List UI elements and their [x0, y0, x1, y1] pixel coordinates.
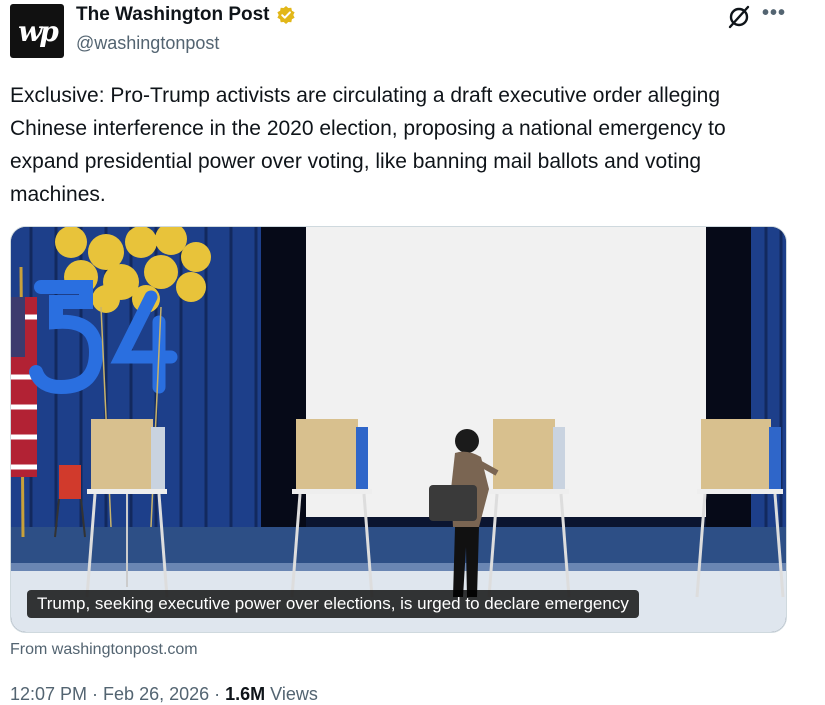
author-avatar[interactable]: wp: [10, 4, 64, 58]
meta-separator: ·: [87, 684, 104, 704]
tweet-time[interactable]: 12:07 PM: [10, 684, 87, 704]
author-display-name[interactable]: The Washington Post: [76, 4, 270, 26]
polling-place-photo: [11, 227, 786, 632]
meta-separator: ·: [209, 684, 226, 704]
author-handle[interactable]: @washingtonpost: [76, 33, 219, 54]
views-label: Views: [265, 684, 318, 704]
author-name-row: The Washington Post: [76, 4, 296, 26]
views-count[interactable]: 1.6M: [225, 684, 265, 704]
grok-icon[interactable]: [726, 4, 752, 30]
tweet-text: Exclusive: Pro-Trump activists are circu…: [10, 84, 726, 206]
media-caption: Trump, seeking executive power over elec…: [27, 590, 639, 618]
link-source[interactable]: From washingtonpost.com: [10, 641, 198, 659]
link-card-image[interactable]: Trump, seeking executive power over elec…: [10, 226, 787, 633]
verified-badge-icon[interactable]: [276, 5, 296, 25]
more-options-icon[interactable]: •••: [762, 2, 786, 25]
tweet-date[interactable]: Feb 26, 2026: [103, 684, 209, 704]
avatar-logo: wp: [18, 14, 59, 48]
tweet-metadata: 12:07 PM · Feb 26, 2026 · 1.6M Views: [10, 684, 318, 705]
